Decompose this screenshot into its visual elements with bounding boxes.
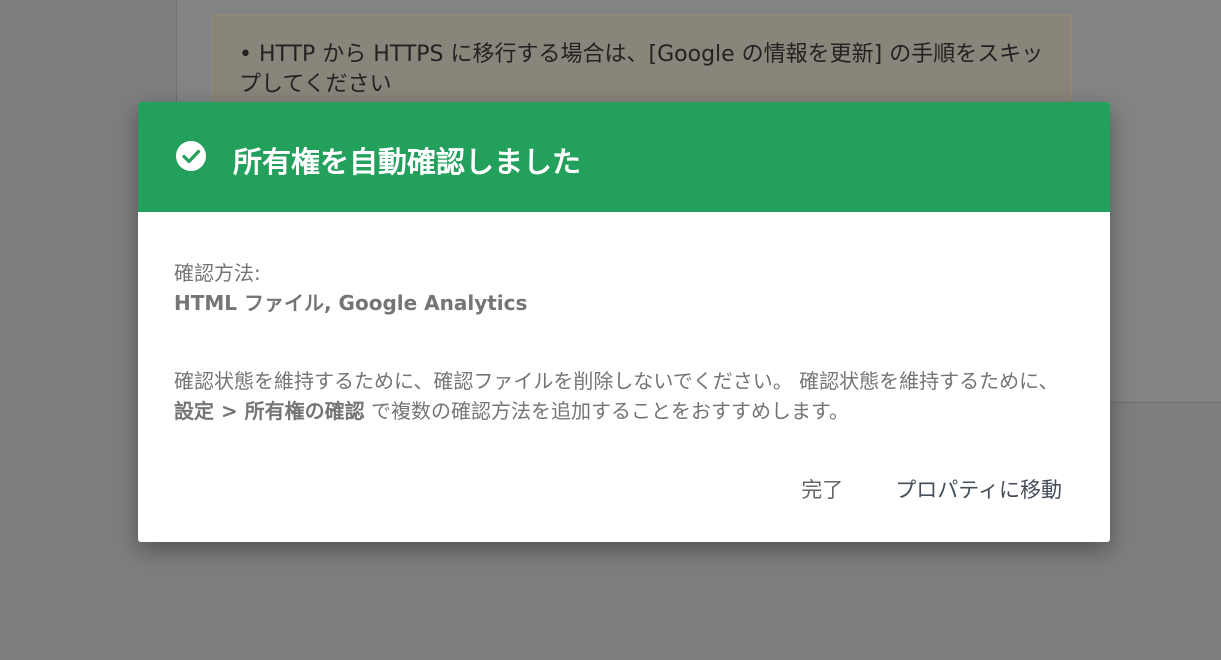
verification-dialog: 所有権を自動確認しました 確認方法: HTML ファイル, Google Ana…	[138, 102, 1110, 542]
verification-method-value: HTML ファイル, Google Analytics	[174, 291, 528, 315]
go-to-property-button[interactable]: プロパティに移動	[895, 476, 1062, 504]
done-button[interactable]: 完了	[801, 476, 843, 504]
dialog-body: 確認方法: HTML ファイル, Google Analytics 確認状態を維…	[138, 212, 1110, 426]
background-notice-text: • HTTP から HTTPS に移行する場合は、[Google の情報を更新]…	[239, 42, 1044, 97]
check-circle-icon	[176, 141, 206, 171]
dialog-message: 確認状態を維持するために、確認ファイルを削除しないでください。 確認状態を維持す…	[174, 366, 1074, 426]
dialog-message-part1: 確認状態を維持するために、確認ファイルを削除しないでください。 確認状態を維持す…	[174, 369, 1059, 393]
dialog-actions: 完了 プロパティに移動	[801, 476, 1062, 504]
dialog-message-part2: で複数の確認方法を追加することをおすすめします。	[364, 399, 850, 423]
dialog-header: 所有権を自動確認しました	[138, 102, 1110, 212]
dialog-title: 所有権を自動確認しました	[233, 145, 582, 179]
settings-path-link: 設定 > 所有権の確認	[174, 399, 365, 423]
verification-method-label: 確認方法:	[174, 261, 261, 285]
